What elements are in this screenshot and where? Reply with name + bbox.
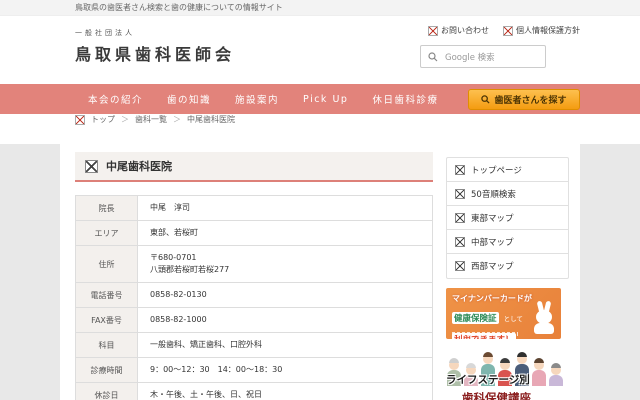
sidebar-item-label: 東部マップ [471, 212, 514, 224]
sidebar-item-label: 西部マップ [471, 260, 514, 272]
broken-image-icon [85, 160, 98, 173]
tagline-band: 鳥取県の歯医者さん検索と歯の健康についての情報サイト [0, 0, 640, 16]
broken-image-icon [455, 261, 465, 271]
sidebar-item-label: 中部マップ [471, 236, 514, 248]
broken-image-icon [455, 237, 465, 247]
find-dentist-label: 歯医者さんを探す [494, 93, 566, 106]
table-row-area: エリア 東部、若桜町 [76, 221, 433, 246]
mynumber-insurance-banner[interactable]: マイナンバーカードが 健康保険証 として 利用できます！ [446, 288, 561, 339]
row-value: 〒680-0701 八頭郡若桜町若桜277 [138, 246, 433, 283]
nav-item-facilities[interactable]: 施設案内 [235, 92, 279, 106]
row-value: 東部、若桜町 [138, 221, 433, 246]
header-links: お問い合わせ 個人情報保護方針 [420, 25, 580, 36]
postal-code: 〒680-0701 [150, 252, 420, 264]
sidebar: トップページ 50音順検索 東部マップ 中部マップ 西部マップ [446, 152, 569, 400]
table-row-address: 住所 〒680-0701 八頭郡若桜町若桜277 [76, 246, 433, 283]
search-icon [428, 52, 438, 62]
sidebar-menu: トップページ 50音順検索 東部マップ 中部マップ 西部マップ [446, 157, 569, 279]
breadcrumb-separator: ＞ [121, 114, 129, 125]
sidebar-item-syllabary-search[interactable]: 50音順検索 [447, 182, 568, 206]
broken-image-icon [503, 26, 513, 36]
clinic-info-table: 院長 中尾 淳司 エリア 東部、若桜町 住所 〒680-0701 八頭郡若桜町若… [75, 195, 433, 400]
breadcrumb-dentist-list[interactable]: 歯科一覧 [135, 114, 167, 125]
row-value: 一般歯科、矯正歯科、口腔外科 [138, 333, 433, 358]
row-label: 住所 [76, 246, 138, 283]
clinic-detail-panel: 中尾歯科医院 院長 中尾 淳司 エリア 東部、若桜町 住所 〒680-0701 … [75, 152, 433, 400]
google-search-input[interactable]: Google 検索 [420, 45, 546, 68]
site-logo[interactable]: 一般社団法人 鳥取県歯科医師会 [60, 16, 235, 84]
row-label: 休診日 [76, 383, 138, 400]
search-placeholder-text: Google 検索 [445, 51, 495, 63]
nav-item-dental-knowledge[interactable]: 歯の知識 [167, 92, 211, 106]
row-label: 院長 [76, 196, 138, 221]
row-value: 9：00～12：30 14：00～18：30 [138, 358, 433, 383]
main-nav: 本会の紹介 歯の知識 施設案内 Pick Up 休日歯科診療 歯医者さんを探す [0, 84, 640, 114]
find-dentist-button[interactable]: 歯医者さんを探す [468, 89, 580, 110]
org-name-title: 鳥取県歯科医師会 [75, 41, 235, 65]
broken-image-icon [75, 115, 85, 125]
nav-item-pickup[interactable]: Pick Up [303, 94, 348, 105]
table-row-closed-days: 休診日 木・午後、土・午後、日、祝日 [76, 383, 433, 400]
row-value: 木・午後、土・午後、日、祝日 [138, 383, 433, 400]
banner-line2-main: 健康保険証 [452, 312, 499, 324]
breadcrumb-band: トップ ＞ 歯科一覧 ＞ 中尾歯科医院 [0, 114, 640, 144]
breadcrumb-separator: ＞ [173, 114, 181, 125]
contact-link[interactable]: お問い合わせ [428, 25, 489, 36]
page-title: 中尾歯科医院 [106, 158, 172, 174]
breadcrumb-home[interactable]: トップ [91, 114, 115, 125]
search-icon [481, 95, 490, 104]
contact-link-label: お問い合わせ [441, 25, 489, 36]
org-type-label: 一般社団法人 [75, 28, 235, 38]
lifestage-banner-subtitle: 歯科保健講座 [462, 390, 531, 400]
header: 一般社団法人 鳥取県歯科医師会 お問い合わせ 個人情報保護方針 Google 検… [0, 16, 640, 84]
content-area: 中尾歯科医院 院長 中尾 淳司 エリア 東部、若桜町 住所 〒680-0701 … [0, 144, 640, 400]
broken-image-icon [428, 26, 438, 36]
sidebar-item-top-page[interactable]: トップページ [447, 158, 568, 182]
row-label: 診療時間 [76, 358, 138, 383]
row-label: エリア [76, 221, 138, 246]
row-value: 0858-82-0130 [138, 283, 433, 308]
banner-footnote-strip [452, 332, 518, 336]
breadcrumb: トップ ＞ 歯科一覧 ＞ 中尾歯科医院 [60, 114, 580, 125]
sidebar-item-central-map[interactable]: 中部マップ [447, 230, 568, 254]
table-row-director: 院長 中尾 淳司 [76, 196, 433, 221]
row-value: 中尾 淳司 [138, 196, 433, 221]
lifestage-banner-title: ライフステージ別 [446, 372, 530, 387]
sidebar-item-west-map[interactable]: 西部マップ [447, 254, 568, 278]
banner-line2-suffix: として [504, 315, 523, 323]
page-title-bar: 中尾歯科医院 [75, 152, 433, 182]
sidebar-item-label: 50音順検索 [471, 188, 516, 200]
row-label: 科目 [76, 333, 138, 358]
row-label: FAX番号 [76, 308, 138, 333]
table-row-specialties: 科目 一般歯科、矯正歯科、口腔外科 [76, 333, 433, 358]
broken-image-icon [455, 165, 465, 175]
lifestage-lecture-banner[interactable]: ライフステージ別 歯科保健講座 [446, 346, 569, 400]
nav-item-about[interactable]: 本会の紹介 [88, 92, 143, 106]
rabbit-mascot-icon [533, 301, 557, 335]
broken-image-icon [455, 189, 465, 199]
breadcrumb-current: 中尾歯科医院 [187, 114, 235, 125]
privacy-policy-label: 個人情報保護方針 [516, 25, 580, 36]
sidebar-item-label: トップページ [471, 164, 522, 176]
address-line: 八頭郡若桜町若桜277 [150, 264, 420, 276]
broken-image-icon [455, 213, 465, 223]
nav-item-holiday-care[interactable]: 休日歯科診療 [372, 92, 438, 106]
table-row-hours: 診療時間 9：00～12：30 14：00～18：30 [76, 358, 433, 383]
header-right: お問い合わせ 個人情報保護方針 Google 検索 [420, 16, 580, 84]
privacy-policy-link[interactable]: 個人情報保護方針 [503, 25, 580, 36]
sidebar-item-east-map[interactable]: 東部マップ [447, 206, 568, 230]
table-row-phone: 電話番号 0858-82-0130 [76, 283, 433, 308]
row-label: 電話番号 [76, 283, 138, 308]
table-row-fax: FAX番号 0858-82-1000 [76, 308, 433, 333]
row-value: 0858-82-1000 [138, 308, 433, 333]
site-tagline: 鳥取県の歯医者さん検索と歯の健康についての情報サイト [60, 0, 580, 15]
